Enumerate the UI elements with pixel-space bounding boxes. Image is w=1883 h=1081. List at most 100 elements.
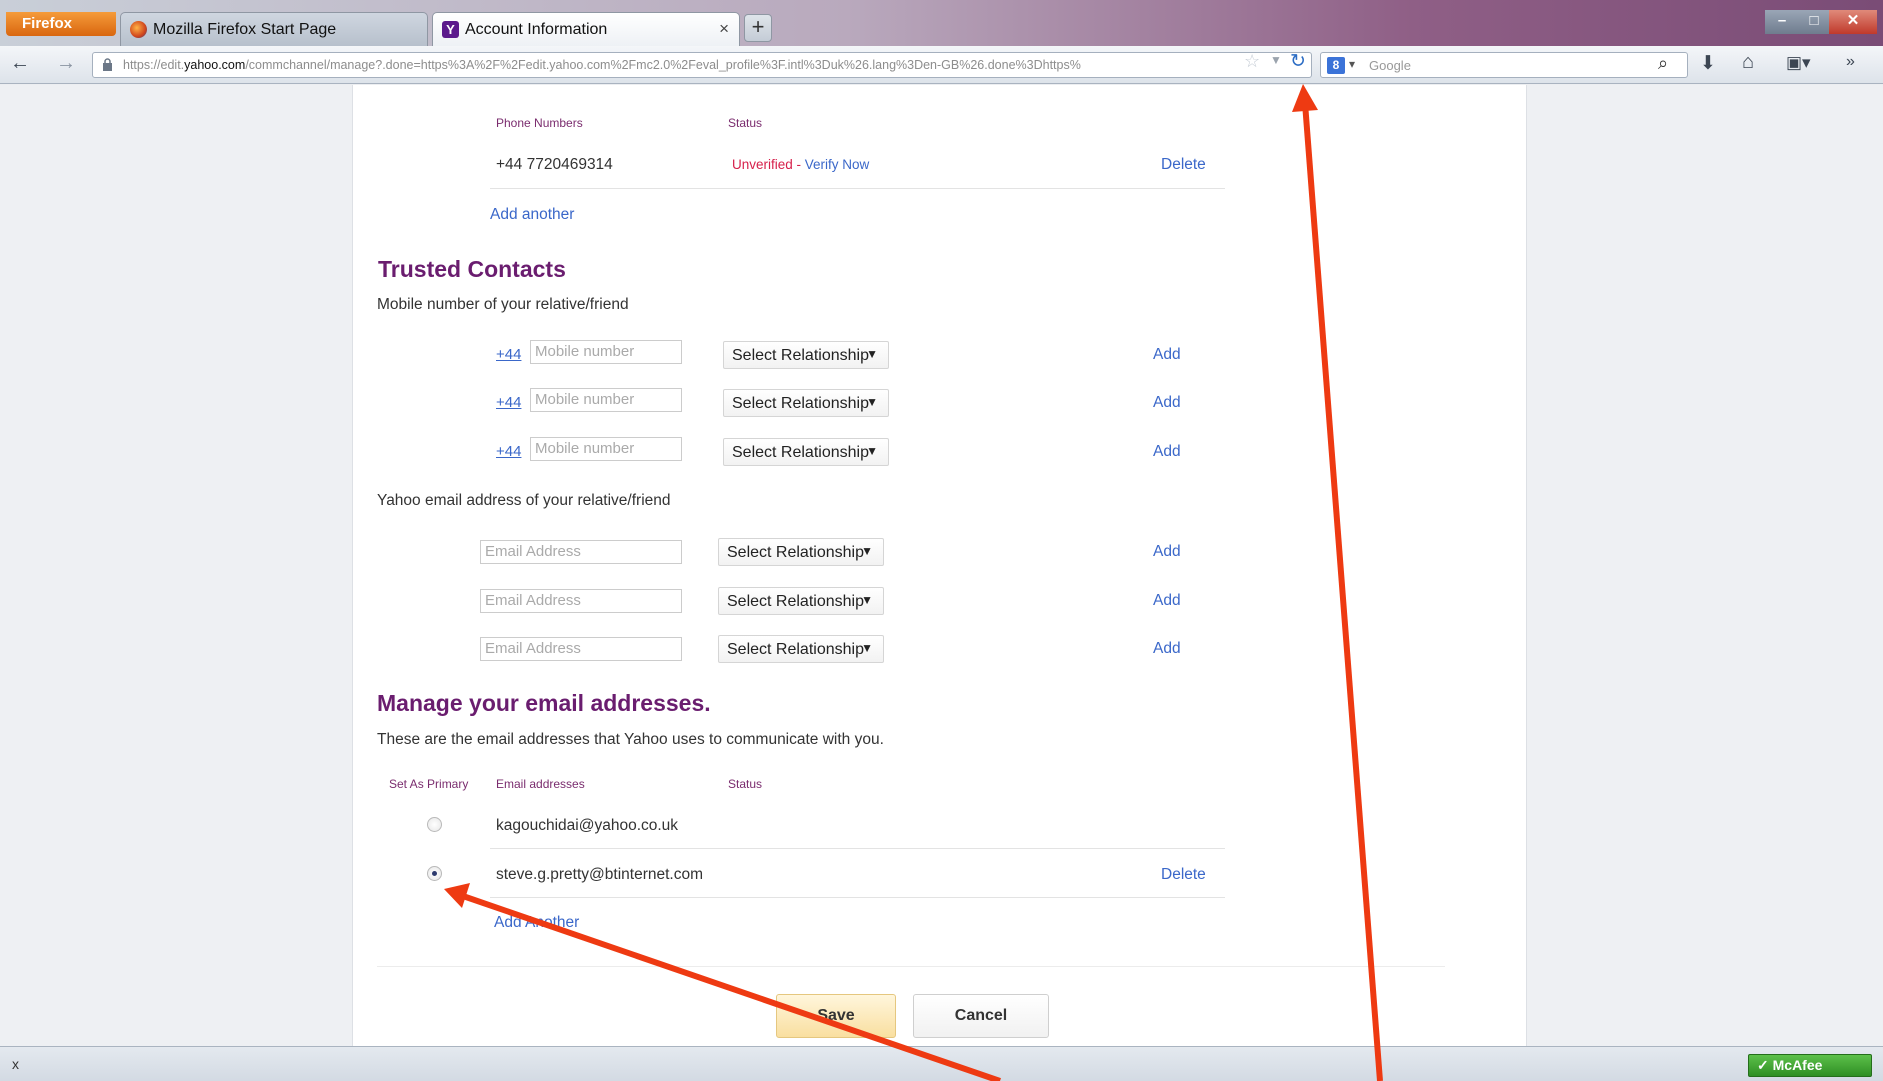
country-code-link[interactable]: +44	[496, 443, 521, 460]
url-bar[interactable]: https://edit.yahoo.com/commchannel/manag…	[92, 52, 1312, 78]
phone-status: Unverified - Verify Now	[732, 157, 869, 172]
select-value: Select Relationship	[732, 444, 869, 461]
country-code-link[interactable]: +44	[496, 346, 521, 363]
search-bar[interactable]: 8 ▾ Google	[1320, 52, 1688, 78]
chevron-down-icon: ▼	[866, 395, 878, 409]
add-another-email-link[interactable]: Add Another	[494, 914, 579, 932]
url-scheme: https://edit.	[123, 58, 185, 72]
mcafee-shield-icon: ✓	[1757, 1057, 1773, 1073]
title-bar: Firefox Mozilla Firefox Start Page Y Acc…	[0, 0, 1883, 46]
downloads-icon[interactable]: ⬇	[1700, 52, 1716, 75]
select-value: Select Relationship	[727, 544, 864, 561]
tab-account-information[interactable]: Y Account Information ×	[432, 12, 740, 46]
email-address: kagouchidai@yahoo.co.uk	[496, 817, 679, 834]
search-placeholder: Google	[1369, 58, 1411, 73]
window-controls: – □ ✕	[1765, 10, 1883, 36]
maximize-button[interactable]: □	[1799, 10, 1829, 34]
trusted-contacts-title: Trusted Contacts	[378, 256, 566, 282]
add-email-contact-link[interactable]: Add	[1153, 640, 1181, 658]
tab-title: Mozilla Firefox Start Page	[153, 21, 337, 38]
primary-radio-selected[interactable]	[427, 866, 442, 881]
status-separator: -	[792, 157, 805, 172]
relationship-select[interactable]: Select Relationship ▼	[718, 635, 884, 663]
phone-number: +44 7720469314	[496, 156, 613, 173]
add-mobile-contact-link[interactable]: Add	[1153, 346, 1181, 364]
url-host: yahoo.com	[184, 58, 246, 72]
url-path: /commchannel/manage?.done=https%3A%2F%2F…	[245, 58, 1081, 72]
col-header-phone: Phone Numbers	[496, 116, 583, 130]
url-dropdown-icon[interactable]: ▼	[1270, 53, 1282, 67]
firefox-menu-button[interactable]: Firefox	[6, 12, 116, 36]
select-value: Select Relationship	[727, 593, 864, 610]
mobile-number-input[interactable]: Mobile number	[530, 388, 682, 412]
engine-dropdown-icon[interactable]: ▾	[1349, 57, 1355, 71]
select-value: Select Relationship	[732, 347, 869, 364]
mcafee-label: McAfee	[1772, 1057, 1823, 1073]
primary-radio[interactable]	[427, 817, 442, 832]
close-tab-icon[interactable]: ×	[719, 19, 729, 39]
country-code-link[interactable]: +44	[496, 394, 521, 411]
relationship-select[interactable]: Select Relationship ▼	[718, 538, 884, 566]
firefox-favicon-icon	[130, 21, 147, 38]
google-engine-icon[interactable]: 8	[1327, 57, 1345, 74]
chevron-down-icon: ▼	[866, 444, 878, 458]
close-addon-bar-icon[interactable]: x	[12, 1056, 19, 1072]
divider	[490, 897, 1225, 898]
bookmark-star-icon[interactable]: ☆	[1244, 51, 1260, 72]
relationship-select[interactable]: Select Relationship ▼	[723, 438, 889, 466]
chevron-down-icon: ▼	[861, 641, 873, 655]
relationship-select[interactable]: Select Relationship ▼	[723, 341, 889, 369]
delete-email-link[interactable]: Delete	[1161, 866, 1206, 884]
mobile-number-input[interactable]: Mobile number	[530, 340, 682, 364]
new-tab-button[interactable]: +	[744, 14, 772, 42]
manage-email-title: Manage your email addresses.	[377, 690, 711, 716]
yahoo-favicon-icon: Y	[442, 21, 459, 38]
mcafee-badge[interactable]: ✓ McAfee	[1748, 1054, 1872, 1077]
tab-title: Account Information	[465, 21, 608, 38]
col-header-status: Status	[728, 116, 763, 130]
mobile-caption: Mobile number of your relative/friend	[377, 296, 629, 313]
chevron-down-icon: ▼	[861, 593, 873, 607]
unverified-label: Unverified	[732, 157, 793, 172]
add-mobile-contact-link[interactable]: Add	[1153, 443, 1181, 461]
chevron-down-icon: ▼	[866, 347, 878, 361]
addons-icon[interactable]: ▣▾	[1786, 53, 1811, 73]
verify-now-link[interactable]: Verify Now	[805, 157, 870, 172]
select-value: Select Relationship	[727, 641, 864, 658]
minimize-button[interactable]: –	[1765, 10, 1799, 34]
mobile-number-input[interactable]: Mobile number	[530, 437, 682, 461]
col-header-email-addresses: Email addresses	[496, 777, 585, 791]
status-bar: x ✓ McAfee	[0, 1046, 1883, 1081]
divider	[490, 848, 1225, 849]
email-address-input[interactable]: Email Address	[480, 637, 682, 661]
overflow-icon[interactable]: »	[1846, 53, 1855, 71]
save-button[interactable]: Save	[776, 994, 896, 1038]
account-content-panel	[352, 85, 1527, 1046]
add-email-contact-link[interactable]: Add	[1153, 543, 1181, 561]
email-address-input[interactable]: Email Address	[480, 589, 682, 613]
forward-icon[interactable]: →	[56, 52, 76, 75]
divider	[377, 966, 1445, 967]
email-caption: Yahoo email address of your relative/fri…	[377, 492, 671, 509]
manage-email-caption: These are the email addresses that Yahoo…	[377, 731, 884, 748]
tab-mozilla-start-page[interactable]: Mozilla Firefox Start Page	[120, 12, 428, 46]
lock-icon	[103, 58, 112, 71]
search-icon[interactable]: ⌕	[1658, 53, 1668, 74]
email-address-input[interactable]: Email Address	[480, 540, 682, 564]
delete-phone-link[interactable]: Delete	[1161, 156, 1206, 174]
add-email-contact-link[interactable]: Add	[1153, 592, 1181, 610]
home-icon[interactable]: ⌂	[1742, 51, 1754, 74]
relationship-select[interactable]: Select Relationship ▼	[723, 389, 889, 417]
select-value: Select Relationship	[732, 395, 869, 412]
col-header-email-status: Status	[728, 777, 763, 791]
close-window-button[interactable]: ✕	[1829, 10, 1877, 34]
chevron-down-icon: ▼	[861, 544, 873, 558]
relationship-select[interactable]: Select Relationship ▼	[718, 587, 884, 615]
add-mobile-contact-link[interactable]: Add	[1153, 394, 1181, 412]
cancel-button[interactable]: Cancel	[913, 994, 1049, 1038]
reload-icon[interactable]: ↻	[1290, 50, 1306, 73]
add-another-phone-link[interactable]: Add another	[490, 206, 574, 224]
back-icon[interactable]: ←	[10, 52, 30, 75]
email-address: steve.g.pretty@btinternet.com	[496, 866, 703, 883]
col-header-set-primary: Set As Primary	[389, 777, 469, 791]
